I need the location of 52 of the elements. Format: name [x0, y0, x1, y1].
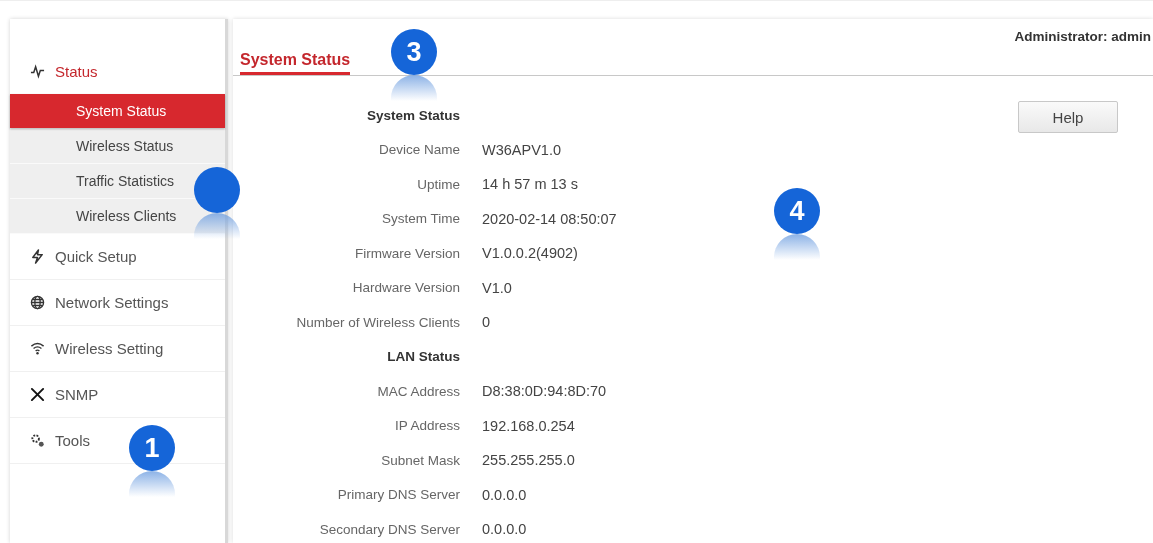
field-value: W36APV1.0: [482, 141, 562, 158]
field-label: IP Address: [393, 418, 460, 434]
field-label: Primary DNS Server: [336, 487, 460, 503]
field-label: System Time: [381, 211, 460, 227]
menu-item[interactable]: SNMP: [10, 372, 225, 418]
field-label: MAC Address: [376, 383, 460, 399]
field-label: Subnet Mask: [380, 452, 460, 468]
page-tab[interactable]: System Status: [240, 51, 351, 75]
gears-icon: [30, 433, 45, 448]
callout-reflection: [774, 234, 820, 260]
menu-label: Status: [55, 63, 98, 80]
menu-item[interactable]: Quick Setup: [10, 234, 225, 280]
tools-icon: [30, 387, 45, 402]
callout-reflection: [391, 75, 437, 101]
menu-label: Wireless Setting: [55, 340, 164, 357]
field-value: 255.255.255.0: [482, 452, 576, 469]
field-label: Secondary DNS Server: [318, 521, 460, 537]
field-label: Firmware Version: [353, 245, 460, 261]
section-heading: LAN Status: [386, 349, 460, 365]
bolt-icon: [30, 249, 45, 264]
submenu-item[interactable]: Wireless Clients: [76, 199, 177, 233]
field-label: Uptime: [416, 176, 460, 192]
menu-label: SNMP: [55, 386, 99, 403]
field-value: 0.0.0.0: [482, 521, 528, 538]
field-value: D8:38:0D:94:8D:70: [482, 383, 608, 400]
menu-label: Quick Setup: [55, 248, 137, 265]
administrator-label: Administrator: admin: [1014, 29, 1151, 44]
menu-item[interactable]: Network Settings: [10, 280, 225, 326]
submenu-item[interactable]: Traffic Statistics: [76, 164, 175, 198]
field-value: 0: [482, 314, 492, 331]
pulse-icon: [30, 64, 45, 79]
field-label: Device Name: [377, 142, 460, 158]
field-value: 0.0.0.0: [482, 486, 528, 503]
field-label: Hardware Version: [351, 280, 460, 296]
globe-icon: [30, 295, 45, 310]
menu-label: Tools: [55, 432, 91, 449]
field-value: 14 h 57 m 13 s: [482, 176, 579, 193]
field-value: 2020-02-14 08:50:07: [482, 210, 617, 227]
field-value: 192.168.0.254: [482, 417, 576, 434]
submenu-item[interactable]: Wireless Status: [76, 129, 174, 163]
field-value: V1.0: [482, 279, 513, 296]
menu-label: Network Settings: [55, 294, 169, 311]
callout-reflection: [129, 471, 175, 497]
submenu-item[interactable]: System Status: [10, 94, 225, 128]
help-button[interactable]: Help: [1018, 101, 1118, 133]
section-heading: System Status: [365, 107, 460, 123]
wifi-icon: [30, 341, 45, 356]
menu-item[interactable]: Wireless Setting: [10, 326, 225, 372]
menu-item[interactable]: Status: [10, 49, 225, 94]
callout-reflection: [194, 213, 240, 239]
field-label: Number of Wireless Clients: [295, 314, 460, 330]
field-value: V1.0.0.2(4902): [482, 245, 579, 262]
